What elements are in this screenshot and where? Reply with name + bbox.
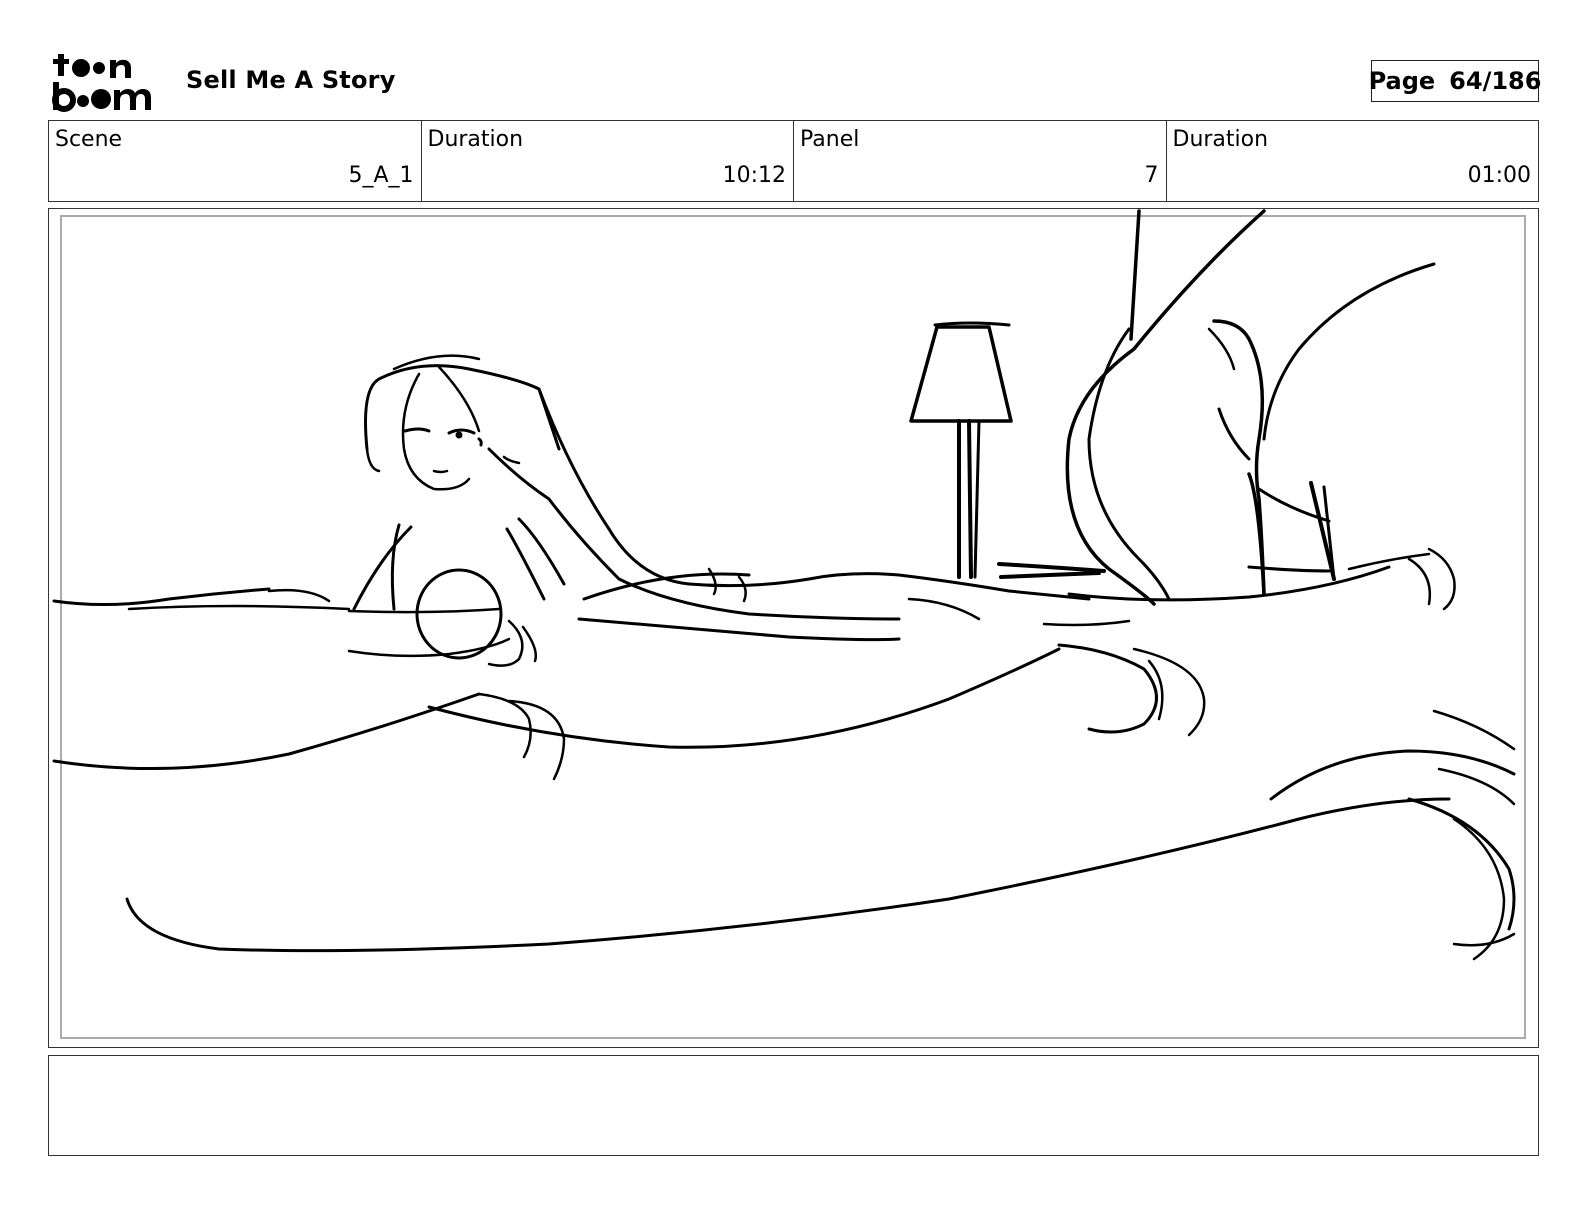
panel-cell: Panel 7 [794,121,1167,201]
scene-value: 5_A_1 [348,163,414,188]
storyboard-panel [48,208,1539,1048]
scene-duration-label: Duration [427,127,524,152]
storyboard-sketch-image [52,209,1516,961]
scene-duration-value: 10:12 [722,163,786,188]
scene-cell: Scene 5_A_1 [49,121,422,201]
page-label: Page [1368,67,1436,95]
scene-label: Scene [55,127,123,152]
panel-duration-label: Duration [1172,127,1269,152]
page-number: 64/186 [1449,67,1542,95]
toonboom-logo [52,52,162,112]
panel-label: Panel [800,127,860,152]
panel-duration-value: 01:00 [1467,163,1531,188]
project-title: Sell Me A Story [186,66,396,94]
panel-notes-box[interactable] [48,1055,1539,1156]
panel-value: 7 [1144,163,1159,188]
scene-info-table: Scene 5_A_1 Duration 10:12 Panel 7 Durat… [48,120,1539,202]
panel-duration-cell: Duration 01:00 [1167,121,1539,201]
page-indicator: Page 64/186 [1368,60,1542,102]
scene-duration-cell: Duration 10:12 [422,121,794,201]
